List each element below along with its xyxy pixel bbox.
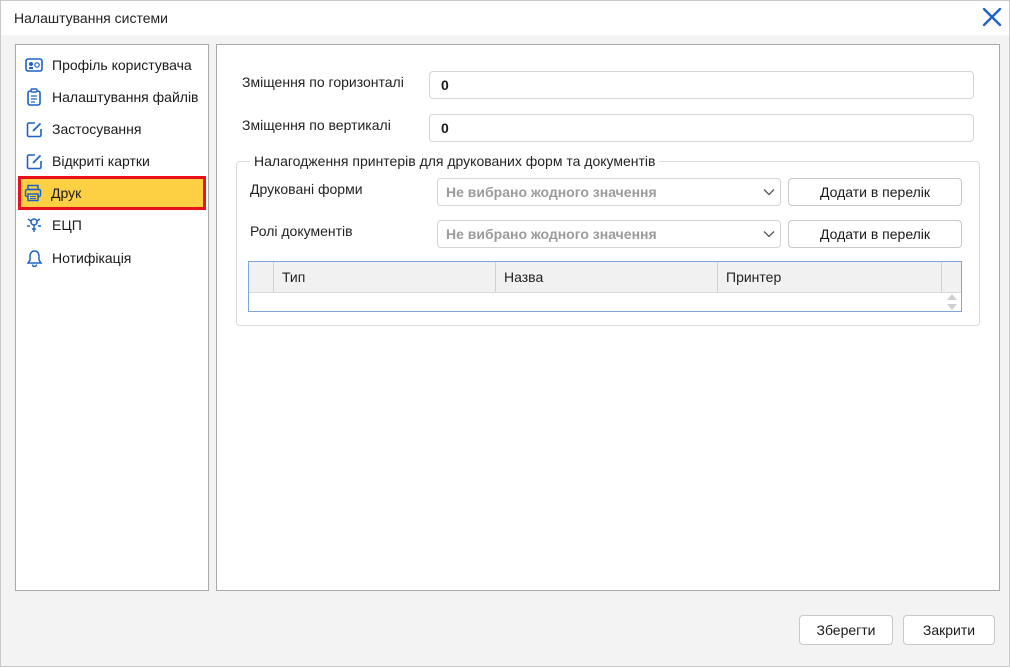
sidebar-item-file-settings[interactable]: Налаштування файлів xyxy=(19,82,205,112)
scroll-up-icon xyxy=(947,294,957,300)
horizontal-offset-label: Зміщення по горизонталі xyxy=(242,74,404,90)
document-roles-value: Не вибрано жодного значення xyxy=(446,226,657,242)
column-header-name[interactable]: Назва xyxy=(496,262,718,292)
close-icon[interactable] xyxy=(979,4,1005,30)
print-forms-label: Друковані форми xyxy=(250,181,363,197)
sidebar-item-label: Друк xyxy=(51,185,82,201)
row-selector-header xyxy=(249,262,274,292)
sidebar-item-open-cards[interactable]: Відкриті картки xyxy=(19,146,205,176)
edit-square-icon xyxy=(24,151,44,171)
add-print-form-button[interactable]: Додати в перелік xyxy=(788,178,962,206)
dialog-title: Налаштування системи xyxy=(14,10,168,26)
sidebar-item-label: Налаштування файлів xyxy=(52,89,199,105)
sidebar-item-label: Застосування xyxy=(52,121,142,137)
document-roles-select[interactable]: Не вибрано жодного значення xyxy=(437,220,781,248)
column-header-printer[interactable]: Принтер xyxy=(718,262,942,292)
horizontal-offset-input[interactable]: 0 xyxy=(429,71,974,99)
document-roles-label: Ролі документів xyxy=(250,223,353,239)
print-settings-panel: Зміщення по горизонталі 0 Зміщення по ве… xyxy=(216,44,1000,591)
title-bar: Налаштування системи xyxy=(1,1,1009,35)
user-card-icon xyxy=(24,55,44,75)
signature-key-icon xyxy=(24,215,44,235)
sidebar-item-digital-signature[interactable]: ЕЦП xyxy=(19,210,205,240)
group-title: Налагодження принтерів для друкованих фо… xyxy=(250,153,660,169)
sidebar-item-applications[interactable]: Застосування xyxy=(19,114,205,144)
chevron-down-icon xyxy=(758,188,780,196)
table-scrollbar[interactable] xyxy=(945,293,959,311)
print-forms-select[interactable]: Не вибрано жодного значення xyxy=(437,178,781,206)
vertical-offset-label: Зміщення по вертикалі xyxy=(242,117,391,133)
scroll-down-icon xyxy=(947,304,957,310)
printer-icon xyxy=(23,183,43,203)
edit-square-icon xyxy=(24,119,44,139)
chevron-down-icon xyxy=(758,230,780,238)
add-document-role-button[interactable]: Додати в перелік xyxy=(788,220,962,248)
printer-config-group: Налагодження принтерів для друкованих фо… xyxy=(236,153,980,326)
table-header: Тип Назва Принтер xyxy=(249,262,961,293)
close-button[interactable]: Закрити xyxy=(903,615,995,645)
column-header-type[interactable]: Тип xyxy=(274,262,496,292)
sidebar-item-label: Відкриті картки xyxy=(52,153,150,169)
vertical-offset-input[interactable]: 0 xyxy=(429,114,974,142)
sidebar-item-label: ЕЦП xyxy=(52,217,82,233)
sidebar-item-notifications[interactable]: Нотифікація xyxy=(19,243,205,273)
save-button[interactable]: Зберегти xyxy=(799,615,893,645)
clipboard-icon xyxy=(24,87,44,107)
bell-icon xyxy=(24,248,44,268)
sidebar-item-user-profile[interactable]: Профіль користувача xyxy=(19,50,205,80)
settings-dialog: Налаштування системи Профіль користувача… xyxy=(0,0,1010,667)
print-forms-value: Не вибрано жодного значення xyxy=(446,184,657,200)
sidebar: Профіль користувача Налаштування файлів … xyxy=(15,44,209,591)
sidebar-item-label: Профіль користувача xyxy=(52,57,192,73)
sidebar-item-label: Нотифікація xyxy=(52,250,132,266)
printers-table: Тип Назва Принтер xyxy=(248,261,962,312)
sidebar-item-print[interactable]: Друк xyxy=(18,176,206,210)
